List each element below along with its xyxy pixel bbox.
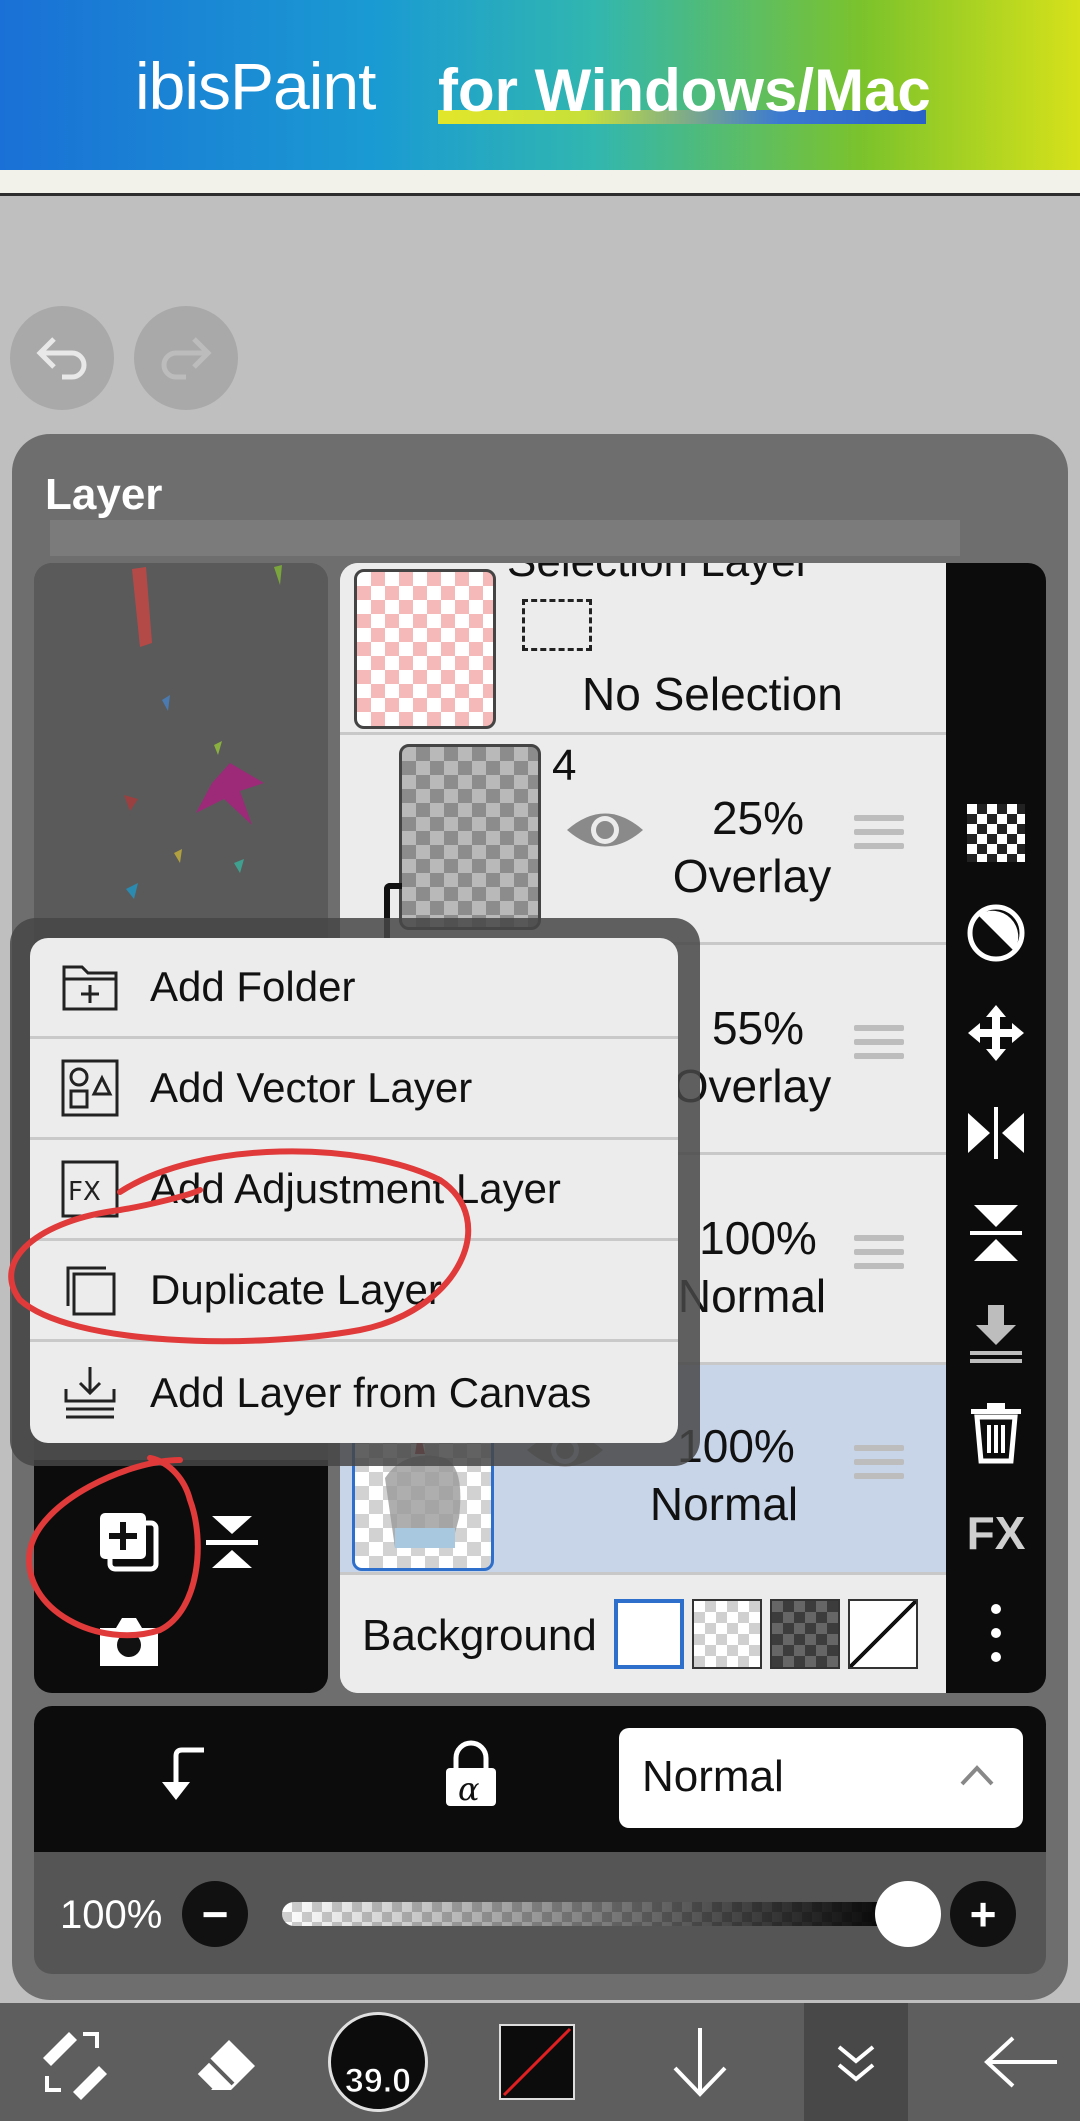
background-white-option[interactable] — [614, 1599, 684, 1669]
eraser-button[interactable] — [170, 2003, 280, 2121]
menu-item-add-folder[interactable]: Add Folder — [30, 938, 678, 1039]
layer-name: Selection Layer — [507, 563, 810, 587]
selection-layer-row[interactable]: Selection Layer No Selection — [340, 563, 946, 735]
move-icon[interactable] — [946, 993, 1046, 1073]
import-canvas-icon — [64, 1366, 116, 1418]
panel-header-strip — [50, 520, 960, 556]
flatten-button[interactable] — [200, 1510, 264, 1574]
brush-swap-icon — [43, 2032, 107, 2100]
redo-icon — [161, 337, 212, 380]
add-layer-menu: Add Folder Add Vector Layer FX Add Adjus… — [30, 938, 678, 1443]
layer-thumbnail — [354, 569, 496, 729]
add-layer-button[interactable] — [96, 1509, 162, 1575]
drag-handle-icon[interactable] — [854, 1445, 904, 1485]
back-button[interactable] — [966, 2003, 1076, 2121]
fx-icon: FX — [61, 1160, 119, 1218]
drag-handle-icon[interactable] — [854, 1235, 904, 1275]
visibility-eye-icon[interactable] — [565, 805, 645, 855]
clip-arrow-icon — [162, 1747, 204, 1800]
clipping-button[interactable] — [148, 1742, 214, 1808]
eraser-icon — [192, 2040, 255, 2092]
svg-text:α: α — [458, 1770, 480, 1808]
panel-title: Layer — [45, 470, 163, 519]
menu-item-add-vector-layer[interactable]: Add Vector Layer — [30, 1039, 678, 1140]
svg-text:FX: FX — [68, 1177, 101, 1207]
merge-icon — [206, 1516, 258, 1568]
color-swatch-icon — [499, 2024, 575, 2100]
undo-icon — [36, 337, 87, 380]
merge-down-icon[interactable] — [946, 1293, 1046, 1373]
selection-status: No Selection — [582, 668, 843, 720]
contrast-icon[interactable] — [946, 893, 1046, 973]
layer-thumbnail — [399, 744, 541, 930]
menu-item-label: Add Layer from Canvas — [150, 1368, 592, 1416]
background-none-option[interactable] — [848, 1599, 918, 1669]
banner-divider — [0, 170, 1080, 196]
flip-horizontal-icon[interactable] — [946, 1093, 1046, 1173]
drag-handle-icon[interactable] — [854, 815, 904, 855]
background-transparent-option[interactable] — [692, 1599, 762, 1669]
arrow-down-icon — [673, 2028, 727, 2097]
folder-add-icon — [62, 965, 118, 1011]
arrow-left-icon — [984, 2036, 1057, 2088]
alpha-lock-button[interactable]: α — [442, 1740, 500, 1810]
add-layer-icon — [100, 1513, 159, 1572]
opacity-minus-button[interactable]: − — [182, 1881, 248, 1947]
layer-row[interactable]: 4 25% Overlay — [340, 735, 946, 947]
layer-blend-mode: Normal — [649, 1478, 799, 1530]
fx-icon[interactable]: FX — [946, 1493, 1046, 1573]
menu-item-label: Add Vector Layer — [150, 1064, 473, 1111]
layer-tool-column: FX — [946, 563, 1046, 1693]
opacity-label: 100% — [60, 1893, 163, 1937]
vector-layer-icon — [61, 1059, 119, 1117]
background-label: Background — [362, 1611, 597, 1660]
chevrons-down-icon — [837, 2045, 875, 2082]
opacity-slider-knob[interactable] — [875, 1881, 941, 1947]
menu-item-label: Duplicate Layer — [150, 1266, 442, 1313]
selection-marquee-icon — [522, 599, 592, 651]
chevron-up-icon — [960, 1765, 994, 1786]
alpha-lock-icon: α — [446, 1740, 496, 1808]
menu-item-add-adjustment-layer[interactable]: FX Add Adjustment Layer — [30, 1140, 678, 1241]
brush-size-value: 39.0 — [344, 2062, 412, 2101]
menu-item-label: Add Adjustment Layer — [150, 1165, 561, 1212]
brush-size-button[interactable]: 39.0 — [326, 2003, 430, 2121]
opacity-plus-button[interactable]: + — [950, 1881, 1016, 1947]
banner-logo: ibisPaint — [135, 49, 376, 123]
redo-button[interactable] — [134, 306, 238, 410]
menu-item-duplicate-layer[interactable]: Duplicate Layer — [30, 1241, 678, 1342]
background-dark-option[interactable] — [770, 1599, 840, 1669]
layer-number: 4 — [552, 741, 577, 790]
background-row: Background — [340, 1575, 946, 1693]
drag-handle-icon[interactable] — [854, 1025, 904, 1065]
checker-icon[interactable] — [946, 793, 1046, 873]
layer-blend-mode: Overlay — [672, 850, 832, 902]
camera-button[interactable] — [96, 1614, 162, 1670]
menu-item-add-layer-from-canvas[interactable]: Add Layer from Canvas — [30, 1342, 678, 1443]
undo-button[interactable] — [10, 306, 114, 410]
blend-mode-value: Normal — [642, 1752, 784, 1801]
banner-tagline: for Windows/Mac — [438, 57, 931, 124]
trash-icon[interactable] — [946, 1393, 1046, 1473]
menu-item-label: Add Folder — [150, 963, 356, 1010]
tool-selector-button[interactable] — [18, 2003, 128, 2121]
color-button[interactable] — [496, 2003, 578, 2121]
layer-action-area — [34, 1460, 328, 1693]
duplicate-icon — [66, 1266, 116, 1316]
camera-icon — [100, 1618, 158, 1666]
opacity-slider-fill — [282, 1902, 908, 1926]
layer-opacity: 25% — [711, 792, 805, 844]
layer-down-button[interactable] — [652, 2003, 748, 2121]
flip-vertical-icon[interactable] — [946, 1193, 1046, 1273]
more-icon[interactable] — [946, 1593, 1046, 1673]
collapse-button[interactable] — [804, 2003, 908, 2121]
